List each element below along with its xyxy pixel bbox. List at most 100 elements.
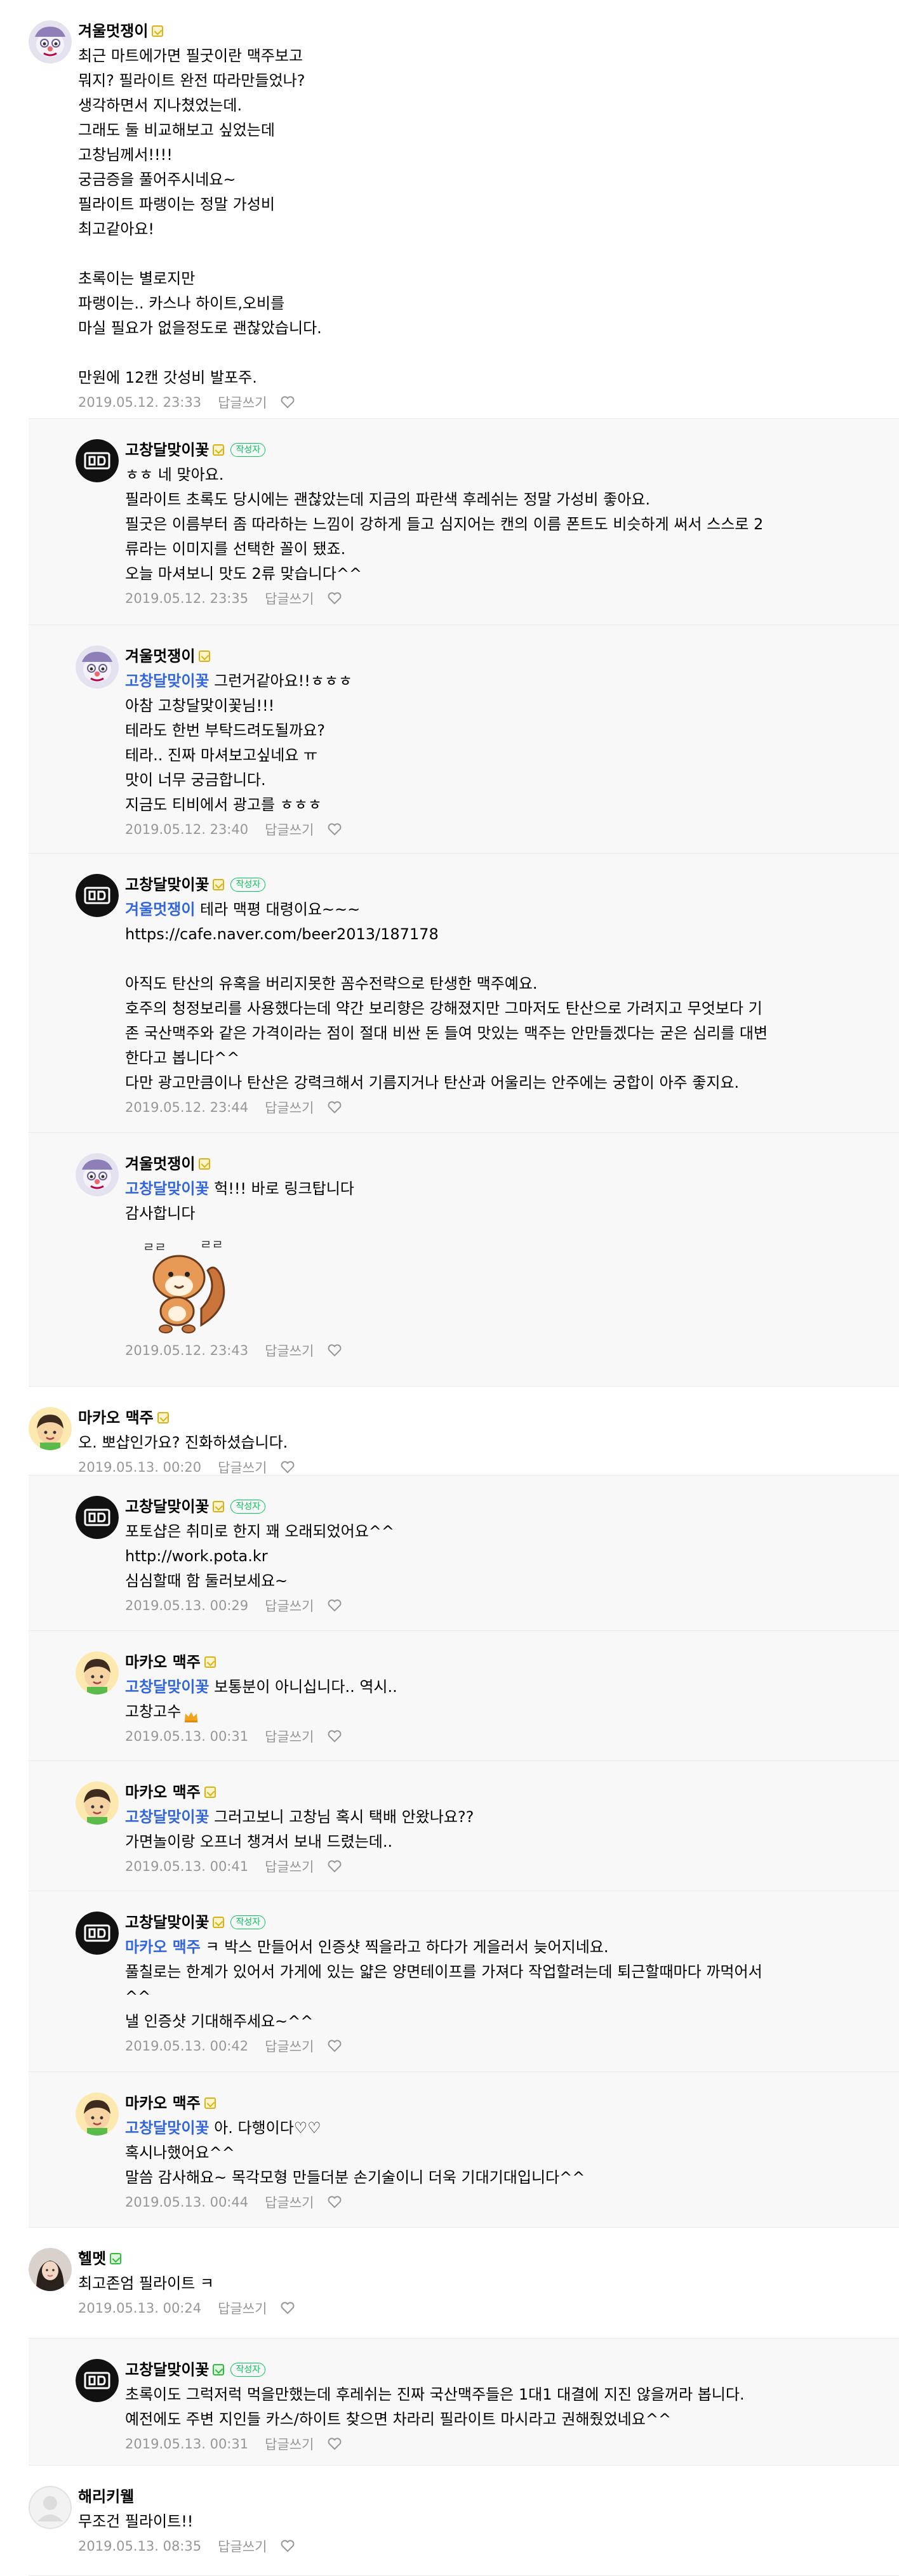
reply-button[interactable]: 답글쓰기 <box>218 2537 267 2556</box>
reply-button[interactable]: 답글쓰기 <box>265 2037 314 2056</box>
like-heart-icon[interactable] <box>328 1860 342 1873</box>
author-nickname[interactable]: 마카오 맥주 <box>78 1407 154 1429</box>
comment: 겨울멋쟁이 최근 마트에가면 필굿이란 맥주보고 뭐지? 필라이트 완전 따라만들었… <box>29 0 899 419</box>
author-badge: 작성자 <box>230 2363 266 2377</box>
gd-logo-avatar-icon[interactable] <box>76 2359 119 2402</box>
reply-comment: 고창달맞이꽃 작성자 겨울멋쟁이 테라 맥평 대령이요~~~ https://cafe… <box>29 854 899 1133</box>
comment-meta: 2019.05.13. 00:24 답글쓰기 <box>78 2298 891 2318</box>
comment-line: 아직도 탄산의 유혹을 버리지못한 꼼수전략으로 탄생한 맥주예요. <box>125 972 887 996</box>
gd-logo-avatar-icon[interactable] <box>76 439 119 482</box>
reply-button[interactable]: 답글쓰기 <box>218 2299 267 2318</box>
member-level-icon <box>204 1787 216 1798</box>
like-heart-icon[interactable] <box>328 592 342 605</box>
author-nickname[interactable]: 고창달맞이꽃 <box>125 1496 209 1517</box>
reply-button[interactable]: 답글쓰기 <box>265 2434 314 2454</box>
comment-line: 필굿은 이름부터 좀 따라하는 느낌이 강하게 들고 심지어는 캔의 이름 폰트… <box>125 512 887 537</box>
reply-button[interactable]: 답글쓰기 <box>265 589 314 608</box>
author-row: 고창달맞이꽃 작성자 <box>125 874 887 895</box>
like-heart-icon[interactable] <box>281 396 295 409</box>
woman-avatar-icon[interactable] <box>29 2248 72 2291</box>
like-heart-icon[interactable] <box>328 2438 342 2450</box>
boy-avatar-icon[interactable] <box>29 1407 72 1450</box>
mention-link[interactable]: 고창달맞이꽃 <box>125 1678 209 1696</box>
comment-line: 예전에도 주변 지인들 카스/하이트 찾으면 차라리 필라이트 마시라고 권해줬… <box>125 2407 887 2432</box>
comment-line: 무조건 필라이트!! <box>78 2509 891 2534</box>
author-nickname[interactable]: 고창달맞이꽃 <box>125 874 209 895</box>
reply-button[interactable]: 답글쓰기 <box>265 1727 314 1746</box>
comment-date: 2019.05.13. 00:31 <box>125 2436 249 2452</box>
boy-avatar-icon[interactable] <box>76 1651 119 1694</box>
mention-link[interactable]: 마카오 맥주 <box>125 1938 201 1956</box>
like-heart-icon[interactable] <box>281 2540 295 2553</box>
mention-link[interactable]: 고창달맞이꽃 <box>125 2119 209 2137</box>
comment-body: 고창달맞이꽃 작성자 겨울멋쟁이 테라 맥평 대령이요~~~ https://cafe… <box>125 874 887 1118</box>
like-heart-icon[interactable] <box>328 2040 342 2052</box>
member-level-icon <box>199 1158 211 1170</box>
comment-line: 뭐지? 필라이트 완전 따라만들었나? <box>78 69 891 93</box>
clown-avatar-icon[interactable] <box>29 20 72 63</box>
comment-line-text: 존 국산맥주와 같은 가격이라는 점이 절대 비싼 돈 들여 맛있는 맥주는 안… <box>125 1024 768 1042</box>
author-nickname[interactable]: 헬멧 <box>78 2248 106 2269</box>
reply-button[interactable]: 답글쓰기 <box>218 1458 267 1477</box>
reply-button[interactable]: 답글쓰기 <box>265 1341 314 1360</box>
comment-line: 마카오 맥주 ㅋ 박스 만들어서 인증샷 찍을라고 하다가 게을러서 늦어지네요… <box>125 1935 887 1960</box>
author-nickname[interactable]: 마카오 맥주 <box>125 1781 201 1803</box>
comment-line: 포토샵은 취미로 한지 꽤 오래되었어요^^ <box>125 1519 887 1544</box>
boy-avatar-icon[interactable] <box>76 2092 119 2136</box>
author-nickname[interactable]: 겨울멋쟁이 <box>125 1153 195 1175</box>
author-row: 겨울멋쟁이 <box>125 1153 887 1175</box>
gd-logo-avatar-icon[interactable] <box>76 874 119 917</box>
like-heart-icon[interactable] <box>281 2302 295 2315</box>
reply-button[interactable]: 답글쓰기 <box>265 820 314 839</box>
reply-button[interactable]: 답글쓰기 <box>265 1098 314 1117</box>
comment-line-text: 아참 고창달맞이꽃님!!! <box>125 697 275 715</box>
comment-meta: 2019.05.13. 00:29 답글쓰기 <box>125 1595 887 1616</box>
author-row: 헬멧 <box>78 2248 891 2269</box>
reply-button[interactable]: 답글쓰기 <box>265 1596 314 1615</box>
author-nickname[interactable]: 겨울멋쟁이 <box>78 20 148 42</box>
comment-line-text: 가면놀이랑 오프너 챙겨서 보내 드렸는데.. <box>125 1833 393 1851</box>
clown-avatar-icon[interactable] <box>76 1153 119 1196</box>
comment-line-text: 궁금증을 풀어주시네요~ <box>78 171 236 188</box>
clown-avatar-icon[interactable] <box>76 645 119 689</box>
comment-text: 겨울멋쟁이 테라 맥평 대령이요~~~ https://cafe.naver.co… <box>125 897 887 1095</box>
mention-link[interactable]: 고창달맞이꽃 <box>125 1808 209 1826</box>
default-avatar-icon[interactable] <box>29 2486 72 2529</box>
reply-button[interactable]: 답글쓰기 <box>265 1857 314 1876</box>
reply-button[interactable]: 답글쓰기 <box>265 2193 314 2212</box>
reply-button[interactable]: 답글쓰기 <box>218 393 267 412</box>
author-nickname[interactable]: 고창달맞이꽃 <box>125 439 209 461</box>
comment-line: 파랭이는.. 카스나 하이트,오비를 <box>78 291 891 316</box>
mention-link[interactable]: 고창달맞이꽃 <box>125 1180 209 1198</box>
comment-meta: 2019.05.12. 23:44 답글쓰기 <box>125 1097 887 1118</box>
comment-line-text: 필라이트 초록도 당시에는 괜찮았는데 지금의 파란색 후레쉬는 정말 가성비 … <box>125 491 651 508</box>
gd-logo-avatar-icon[interactable] <box>76 1496 119 1539</box>
boy-avatar-icon[interactable] <box>76 1781 119 1825</box>
like-heart-icon[interactable] <box>328 1730 342 1743</box>
mention-link[interactable]: 고창달맞이꽃 <box>125 672 209 690</box>
author-nickname[interactable]: 마카오 맥주 <box>125 1651 201 1673</box>
mention-link[interactable]: 겨울멋쟁이 <box>125 901 195 918</box>
comment-meta: 2019.05.13. 00:42 답글쓰기 <box>125 2036 887 2056</box>
author-nickname[interactable]: 해리키웰 <box>78 2486 134 2507</box>
reply-comment: 마카오 맥주 고창달맞이꽃 아. 다행이다♡♡ 혹시나했어요^^ 말씀 감사해요~ 목… <box>29 2072 899 2228</box>
comment-line-text: 예전에도 주변 지인들 카스/하이트 찾으면 차라리 필라이트 마시라고 권해줬… <box>125 2410 672 2428</box>
gd-logo-avatar-icon[interactable] <box>76 1912 119 1955</box>
like-heart-icon[interactable] <box>328 823 342 836</box>
author-nickname[interactable]: 마카오 맥주 <box>125 2092 201 2114</box>
author-nickname[interactable]: 겨울멋쟁이 <box>125 645 195 667</box>
comment-line-text: 아. 다행이다♡♡ <box>209 2119 321 2137</box>
author-nickname[interactable]: 고창달맞이꽃 <box>125 1912 209 1933</box>
svg-text:ㄹㄹ: ㄹㄹ <box>200 1237 223 1252</box>
like-heart-icon[interactable] <box>281 1461 295 1474</box>
comment-line <box>78 242 891 267</box>
comment-thread: 겨울멋쟁이 최근 마트에가면 필굿이란 맥주보고 뭐지? 필라이트 완전 따라만들었… <box>0 0 899 2576</box>
like-heart-icon[interactable] <box>328 1344 342 1357</box>
author-nickname[interactable]: 고창달맞이꽃 <box>125 2359 209 2381</box>
like-heart-icon[interactable] <box>328 1599 342 1612</box>
reply-comment: 고창달맞이꽃 작성자 포토샵은 취미로 한지 꽤 오래되었어요^^ http://wo… <box>29 1476 899 1631</box>
like-heart-icon[interactable] <box>328 1101 342 1114</box>
like-heart-icon[interactable] <box>328 2196 342 2209</box>
comment-line: 그래도 둘 비교해보고 싶었는데 <box>78 118 891 143</box>
comment-line: 고창달맞이꽃 그러고보니 고창님 혹시 택배 안왔나요?? <box>125 1805 887 1830</box>
